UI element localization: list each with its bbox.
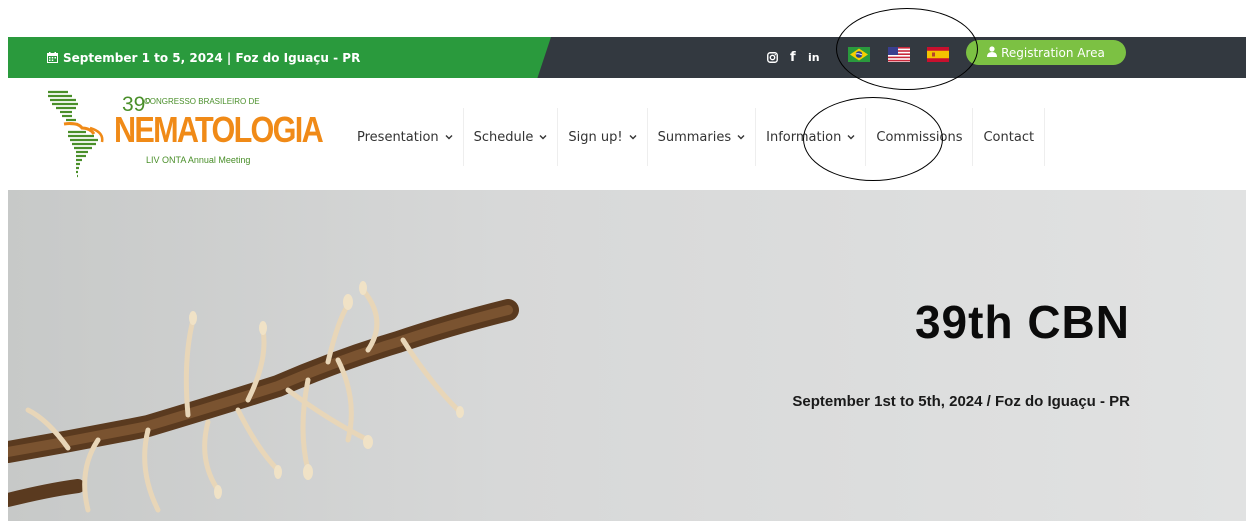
instagram-icon[interactable] xyxy=(767,37,778,78)
site-header: 39o CONGRESSO BRASILEIRO DE NEMATOLOGIA … xyxy=(8,78,1246,190)
logo-line1: CONGRESSO BRASILEIRO DE xyxy=(144,97,260,106)
hero-title: 39th CBN xyxy=(914,296,1130,348)
calendar-icon xyxy=(47,52,58,63)
linkedin-icon[interactable]: in xyxy=(808,37,820,78)
nav-item-information[interactable]: Information xyxy=(756,108,867,166)
top-bar: September 1 to 5, 2024 | Foz do Iguaçu -… xyxy=(8,37,1246,78)
chevron-down-icon xyxy=(445,135,453,140)
event-date: September 1 to 5, 2024 | Foz do Iguaçu -… xyxy=(47,37,360,78)
nav-item-sign-up[interactable]: Sign up! xyxy=(558,108,648,166)
americas-map-logo-icon xyxy=(48,90,104,178)
nematode-root-image xyxy=(8,281,519,513)
nav-item-presentation[interactable]: Presentation xyxy=(349,108,464,166)
chevron-down-icon xyxy=(629,135,637,140)
registration-area-button[interactable]: Registration Area xyxy=(966,40,1126,65)
event-date-banner: September 1 to 5, 2024 | Foz do Iguaçu -… xyxy=(8,37,551,78)
nav-item-contact[interactable]: Contact xyxy=(973,108,1046,166)
chevron-down-icon xyxy=(847,135,855,140)
brazil-flag-icon[interactable] xyxy=(848,47,870,62)
chevron-down-icon xyxy=(737,135,745,140)
usa-flag-icon[interactable] xyxy=(888,47,910,62)
hero-banner: 39th CBN September 1st to 5th, 2024 / Fo… xyxy=(8,190,1246,521)
facebook-icon[interactable]: f xyxy=(790,37,796,78)
nav-item-schedule[interactable]: Schedule xyxy=(464,108,559,166)
registration-area-label: Registration Area xyxy=(1001,45,1105,60)
logo-line3: LIV ONTA Annual Meeting xyxy=(146,155,251,165)
main-navigation: Presentation Schedule Sign up! Summaries… xyxy=(349,108,1046,166)
nav-item-summaries[interactable]: Summaries xyxy=(648,108,757,166)
event-date-text: September 1 to 5, 2024 | Foz do Iguaçu -… xyxy=(63,50,361,65)
nav-item-commissions[interactable]: Commissions xyxy=(866,108,974,166)
congress-logo[interactable]: 39o CONGRESSO BRASILEIRO DE NEMATOLOGIA … xyxy=(42,88,324,188)
logo-line2: NEMATOLOGIA xyxy=(114,109,324,150)
chevron-down-icon xyxy=(539,135,547,140)
spain-flag-icon[interactable] xyxy=(927,47,949,62)
hero-subtitle: September 1st to 5th, 2024 / Foz do Igua… xyxy=(792,393,1130,410)
user-icon xyxy=(987,45,998,60)
